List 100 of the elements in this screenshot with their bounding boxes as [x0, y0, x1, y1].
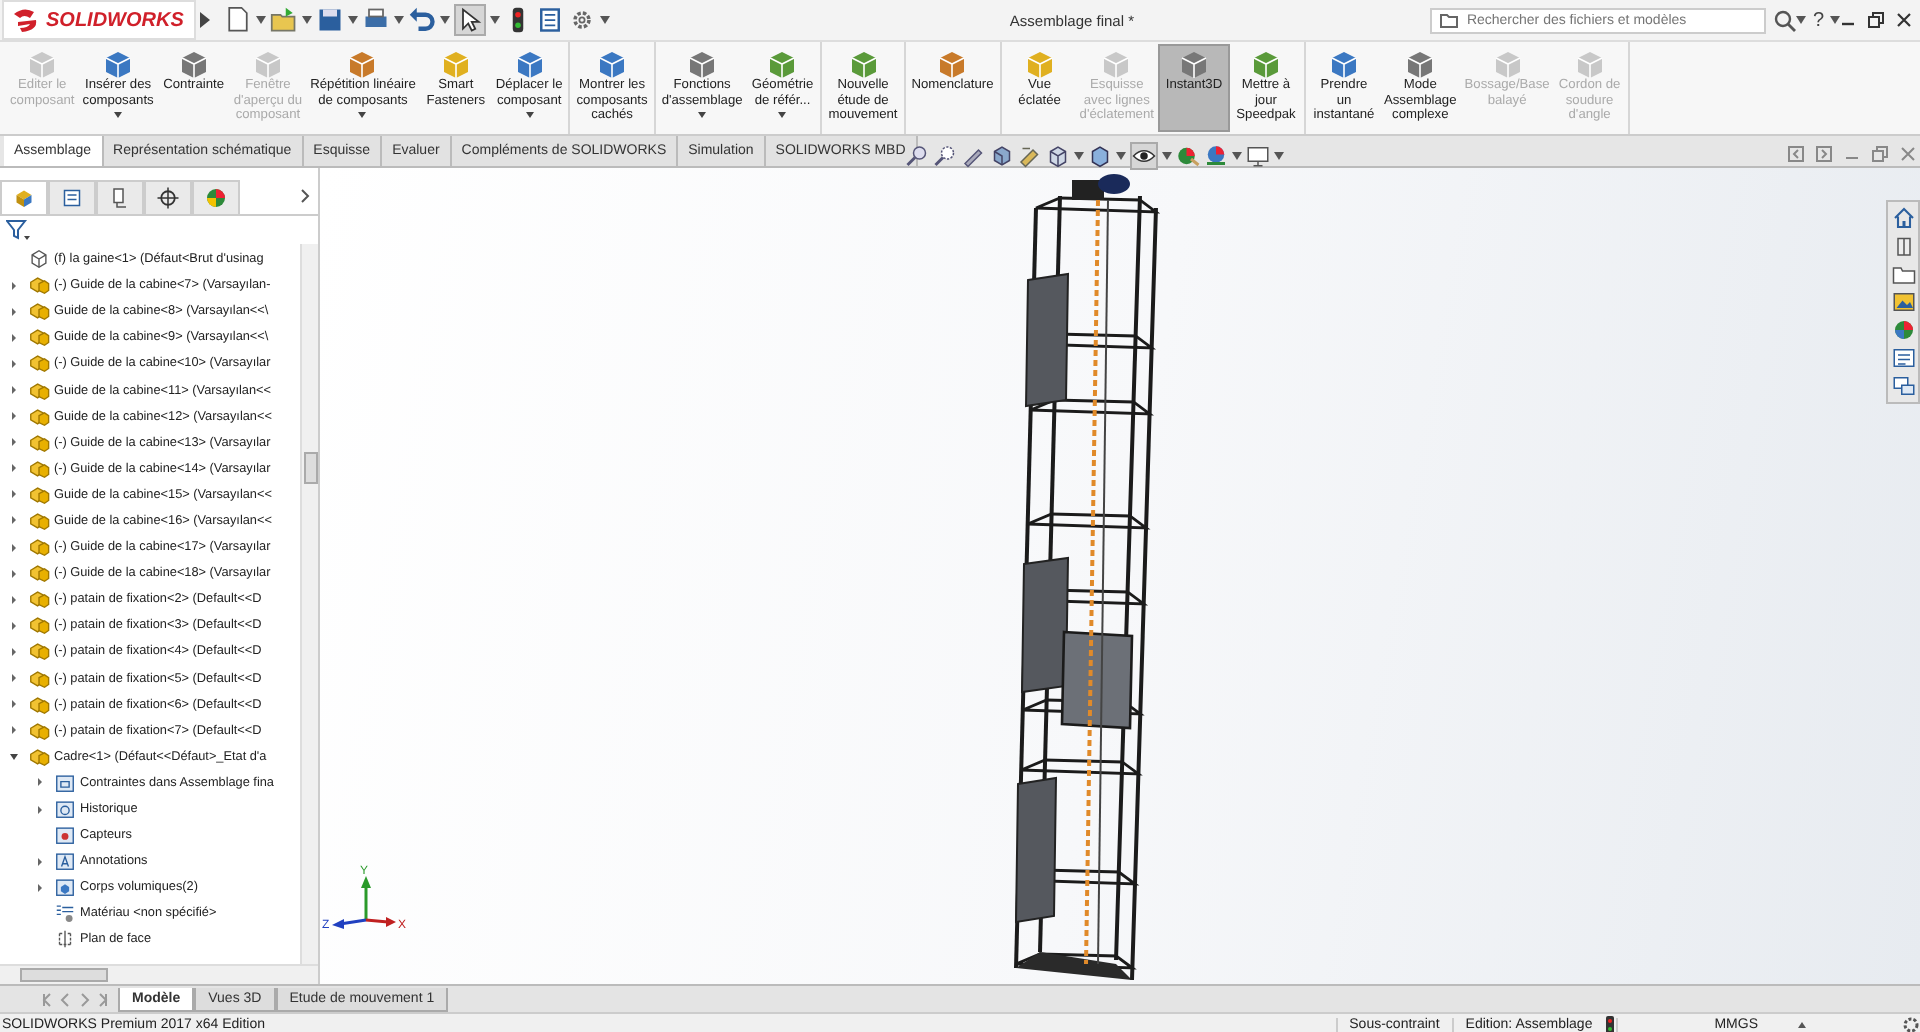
home-icon[interactable]	[1891, 206, 1915, 230]
cube-icon	[179, 50, 208, 78]
filter-icon[interactable]	[6, 220, 30, 240]
history-folder-icon	[54, 798, 76, 821]
assembly-icon	[28, 405, 50, 428]
cube-icon	[598, 50, 627, 78]
panel-tab[interactable]	[48, 179, 96, 213]
undo-icon[interactable]	[407, 6, 436, 34]
magnifier-icon[interactable]	[934, 144, 958, 168]
caret-icon[interactable]	[1830, 16, 1840, 24]
open-folder-icon[interactable]	[269, 6, 298, 34]
parts-library-icon[interactable]	[1891, 234, 1915, 258]
cube-icon	[688, 50, 717, 78]
assembly-icon	[28, 326, 50, 349]
cube-icon	[768, 50, 797, 78]
assembly-icon	[28, 640, 50, 663]
assembly-icon	[28, 536, 50, 559]
cube-icon	[1251, 50, 1280, 78]
cube-icon	[1102, 50, 1131, 78]
caret-icon[interactable]	[301, 16, 312, 24]
app-logo: SOLIDWORKS	[2, 0, 196, 40]
sensor-folder-icon	[54, 824, 76, 847]
assembly-icon	[28, 719, 50, 742]
eye-icon[interactable]	[1130, 142, 1158, 170]
view-cube-icon[interactable]	[1046, 144, 1070, 168]
collapse-arrow[interactable]	[6, 753, 22, 760]
caret-icon[interactable]	[1116, 152, 1126, 160]
picture-frame-icon[interactable]	[1891, 290, 1915, 314]
list-icon[interactable]	[1891, 346, 1915, 370]
assembly-icon	[28, 509, 50, 532]
configuration-icon	[108, 185, 132, 209]
chevron-right-icon[interactable]	[300, 188, 310, 204]
folder-icon[interactable]	[1891, 262, 1915, 286]
cube-icon	[938, 50, 967, 78]
scrollbar[interactable]	[300, 244, 318, 964]
restore-icon[interactable]	[1868, 12, 1884, 28]
caret-icon[interactable]	[599, 16, 610, 24]
caret-icon[interactable]	[347, 16, 358, 24]
traffic-light-icon	[1604, 1016, 1617, 1032]
section-view-icon[interactable]	[990, 144, 1014, 168]
assembly-icon	[28, 614, 50, 637]
annotation-folder-icon	[54, 850, 76, 873]
monitor-icon[interactable]	[1246, 144, 1270, 168]
assembly-icon	[28, 457, 50, 480]
material-icon	[54, 902, 76, 925]
property-list-icon	[60, 185, 84, 209]
caret-icon[interactable]	[1074, 152, 1084, 160]
chat-icon[interactable]	[1891, 374, 1915, 398]
appearance-sphere-icon[interactable]	[1176, 144, 1200, 168]
caret-icon[interactable]	[1232, 152, 1242, 160]
part-icon	[28, 248, 50, 271]
assembly-icon	[28, 588, 50, 611]
assembly-icon	[28, 562, 50, 585]
cube-icon	[441, 50, 470, 78]
folder-icon	[1440, 12, 1459, 28]
scrollbar[interactable]	[0, 964, 318, 984]
magnifier-icon[interactable]	[906, 144, 930, 168]
cube-icon	[104, 50, 133, 78]
caret-icon[interactable]	[1798, 1022, 1806, 1028]
assembly-icon	[28, 352, 50, 375]
panel-tab[interactable]	[144, 179, 192, 213]
plane-icon	[54, 928, 76, 951]
caret-icon[interactable]	[393, 16, 404, 24]
caret-icon[interactable]	[1162, 152, 1172, 160]
caret-icon[interactable]	[1274, 152, 1284, 160]
tile-left-icon[interactable]	[1788, 146, 1804, 162]
assembly-icon	[28, 745, 50, 768]
search-icon[interactable]	[1774, 9, 1797, 31]
solid-bodies-folder-icon	[54, 876, 76, 899]
cube-icon	[515, 50, 544, 78]
cube-icon	[28, 50, 57, 78]
gear-icon[interactable]	[1902, 1016, 1920, 1032]
caret-icon[interactable]	[1796, 16, 1807, 24]
pencil-ruler-icon[interactable]	[1018, 144, 1042, 168]
crosshair-icon	[156, 185, 180, 209]
caret-icon[interactable]	[255, 16, 266, 24]
play-icon[interactable]	[195, 12, 212, 28]
cube-icon	[1025, 50, 1054, 78]
cube-icon	[348, 50, 377, 78]
tile-right-icon[interactable]	[1816, 146, 1832, 162]
assembly-icon	[28, 379, 50, 402]
save-icon[interactable]	[315, 6, 344, 34]
assembly-icon	[12, 185, 36, 209]
appearance-sphere-icon[interactable]	[1891, 318, 1915, 342]
appearance-sphere-icon	[204, 185, 228, 209]
assembly-icon	[28, 274, 50, 297]
assembly-icon	[28, 483, 50, 506]
caret-icon[interactable]	[439, 16, 450, 24]
assembly-icon	[28, 667, 50, 690]
axis-triad-drawing	[332, 876, 396, 929]
cube-icon	[1575, 50, 1604, 78]
assembly-icon	[28, 693, 50, 716]
close-icon[interactable]	[1896, 12, 1912, 28]
scene-icon[interactable]	[1204, 144, 1228, 168]
caret-icon[interactable]	[489, 16, 500, 24]
pointer-icon[interactable]	[453, 4, 486, 36]
properties-icon[interactable]	[535, 6, 564, 34]
new-document-icon[interactable]	[223, 6, 252, 34]
help-button[interactable]: ?	[1812, 9, 1824, 31]
settings-icon[interactable]	[567, 6, 596, 34]
